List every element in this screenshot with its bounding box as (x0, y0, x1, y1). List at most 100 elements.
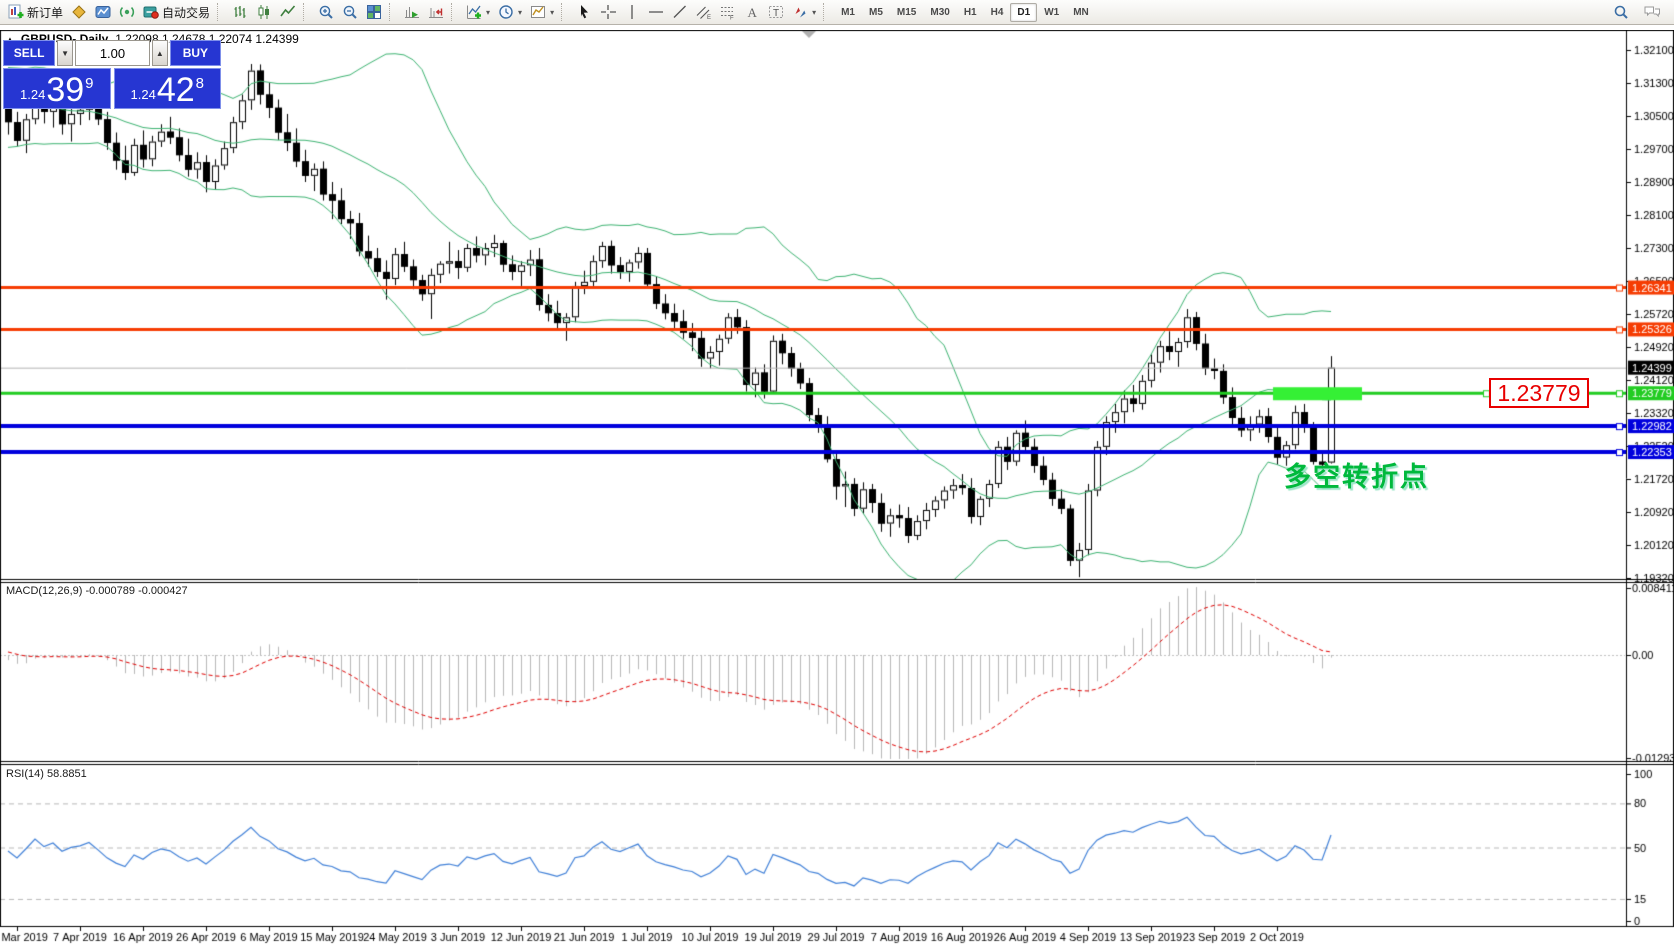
cursor-icon (576, 4, 592, 20)
arrows-button[interactable]: ▾ (788, 0, 820, 24)
line-chart-icon (280, 4, 296, 20)
buy-price-box[interactable]: 1.24 42 8 (114, 68, 222, 109)
auto-trading-icon (143, 4, 159, 20)
auto-scroll-icon (404, 4, 420, 20)
templates-button[interactable]: ▾ (526, 0, 558, 24)
buy-price-prefix: 1.24 (131, 87, 156, 102)
macd-label: MACD(12,26,9) -0.000789 -0.000427 (6, 585, 188, 597)
cursor-button[interactable] (572, 0, 596, 24)
toolbar-separator (389, 3, 396, 21)
market-watch-button[interactable] (67, 0, 91, 24)
toolbar-right-group (1609, 0, 1674, 24)
toolbar-separator (303, 3, 310, 21)
volume-increase-button[interactable]: ▲ (152, 40, 168, 66)
toolbar-separator (451, 3, 458, 21)
chart-shift-button[interactable] (424, 0, 448, 24)
new-order-button[interactable]: 新订单 (4, 0, 67, 24)
chart-shift-icon (428, 4, 444, 20)
line-chart-button[interactable] (276, 0, 300, 24)
timeframe-m30[interactable]: M30 (923, 3, 956, 22)
svg-text:F: F (730, 16, 734, 21)
tile-windows-icon (366, 4, 382, 20)
text-icon: A (744, 4, 760, 20)
toolbar-separator (823, 3, 830, 21)
timeframe-h1[interactable]: H1 (957, 3, 984, 22)
dropdown-arrow-icon[interactable]: ▾ (812, 8, 816, 17)
bar-chart-button[interactable] (228, 0, 252, 24)
price-label-annotation[interactable]: 1.23779 (1489, 378, 1589, 408)
dropdown-arrow-icon[interactable]: ▾ (518, 8, 522, 17)
mt4-window: { "toolbar": { "trade": [ {"id":"new-ord… (0, 0, 1674, 947)
indicators-button[interactable]: ▾ (462, 0, 494, 24)
timeframe-w1[interactable]: W1 (1037, 3, 1066, 22)
buy-button[interactable]: BUY (170, 40, 221, 66)
sell-price-pip: 9 (85, 75, 93, 92)
timeframe-d1[interactable]: D1 (1010, 3, 1037, 22)
sell-price-box[interactable]: 1.24 39 9 (3, 68, 111, 109)
new-order-label: 新订单 (27, 4, 63, 21)
channel-icon: E (696, 4, 712, 20)
signals-button[interactable] (115, 0, 139, 24)
trendline-button[interactable] (668, 0, 692, 24)
svg-text:A: A (748, 5, 758, 20)
periods-button[interactable]: ▾ (494, 0, 526, 24)
zoom-in-icon (318, 4, 334, 20)
fibonacci-button[interactable]: F (716, 0, 740, 24)
buy-price-pip: 8 (196, 75, 204, 92)
auto-trading-label: 自动交易 (162, 4, 210, 21)
timeframe-h4[interactable]: H4 (984, 3, 1011, 22)
chinese-note-annotation[interactable]: 多空转折点 (1284, 455, 1429, 494)
data-window-icon (95, 4, 111, 20)
chat-button[interactable] (1639, 0, 1666, 24)
toolbar-separator (561, 3, 568, 21)
vertical-line-icon (624, 4, 640, 20)
text-label-button[interactable]: T (764, 0, 788, 24)
zoom-out-button[interactable] (338, 0, 362, 24)
indicators-icon (466, 4, 482, 20)
bar-chart-icon (232, 4, 248, 20)
vertical-line-button[interactable] (620, 0, 644, 24)
candlestick-chart-button[interactable] (252, 0, 276, 24)
main-toolbar: 新订单 自动交易 ▾ ▾ ▾ E F A T ▾ M1M5M15M30H1H4D1W1MN (0, 0, 1674, 25)
timeframe-m15[interactable]: M15 (890, 3, 923, 22)
text-button[interactable]: A (740, 0, 764, 24)
zoom-in-button[interactable] (314, 0, 338, 24)
horizontal-line-icon (648, 4, 664, 20)
fibonacci-icon: F (720, 4, 736, 20)
sell-price-big: 39 (46, 74, 84, 106)
sell-price-prefix: 1.24 (20, 87, 45, 102)
timeframe-m1[interactable]: M1 (834, 3, 862, 22)
crosshair-button[interactable] (596, 0, 620, 24)
dropdown-arrow-icon[interactable]: ▾ (486, 8, 490, 17)
trendline-icon (672, 4, 688, 20)
auto-scroll-button[interactable] (400, 0, 424, 24)
tile-windows-button[interactable] (362, 0, 386, 24)
chat-icon (1643, 4, 1662, 20)
svg-text:E: E (707, 15, 711, 20)
new-order-icon (8, 4, 24, 20)
auto-trading-button[interactable]: 自动交易 (139, 0, 214, 24)
timeframe-mn[interactable]: MN (1066, 3, 1096, 22)
dropdown-arrow-icon[interactable]: ▾ (550, 8, 554, 17)
candlestick-chart-icon (256, 4, 272, 20)
market-watch-icon (71, 4, 87, 20)
horizontal-line-button[interactable] (644, 0, 668, 24)
search-button[interactable] (1609, 0, 1633, 24)
search-icon (1613, 4, 1629, 20)
signals-icon (119, 4, 135, 20)
channel-button[interactable]: E (692, 0, 716, 24)
periods-icon (498, 4, 514, 20)
volume-input[interactable] (75, 40, 150, 66)
crosshair-icon (600, 4, 616, 20)
timeframe-m5[interactable]: M5 (862, 3, 890, 22)
buy-price-big: 42 (157, 74, 195, 106)
rsi-label: RSI(14) 58.8851 (6, 768, 87, 780)
data-window-button[interactable] (91, 0, 115, 24)
templates-icon (530, 4, 546, 20)
svg-text:T: T (773, 8, 779, 19)
arrows-icon (792, 4, 808, 20)
volume-decrease-button[interactable]: ▼ (57, 40, 73, 66)
one-click-trading-panel: SELL ▼ ▲ BUY 1.24 39 9 1.24 42 8 (3, 40, 221, 109)
text-label-icon: T (768, 4, 784, 20)
sell-button[interactable]: SELL (3, 40, 55, 66)
